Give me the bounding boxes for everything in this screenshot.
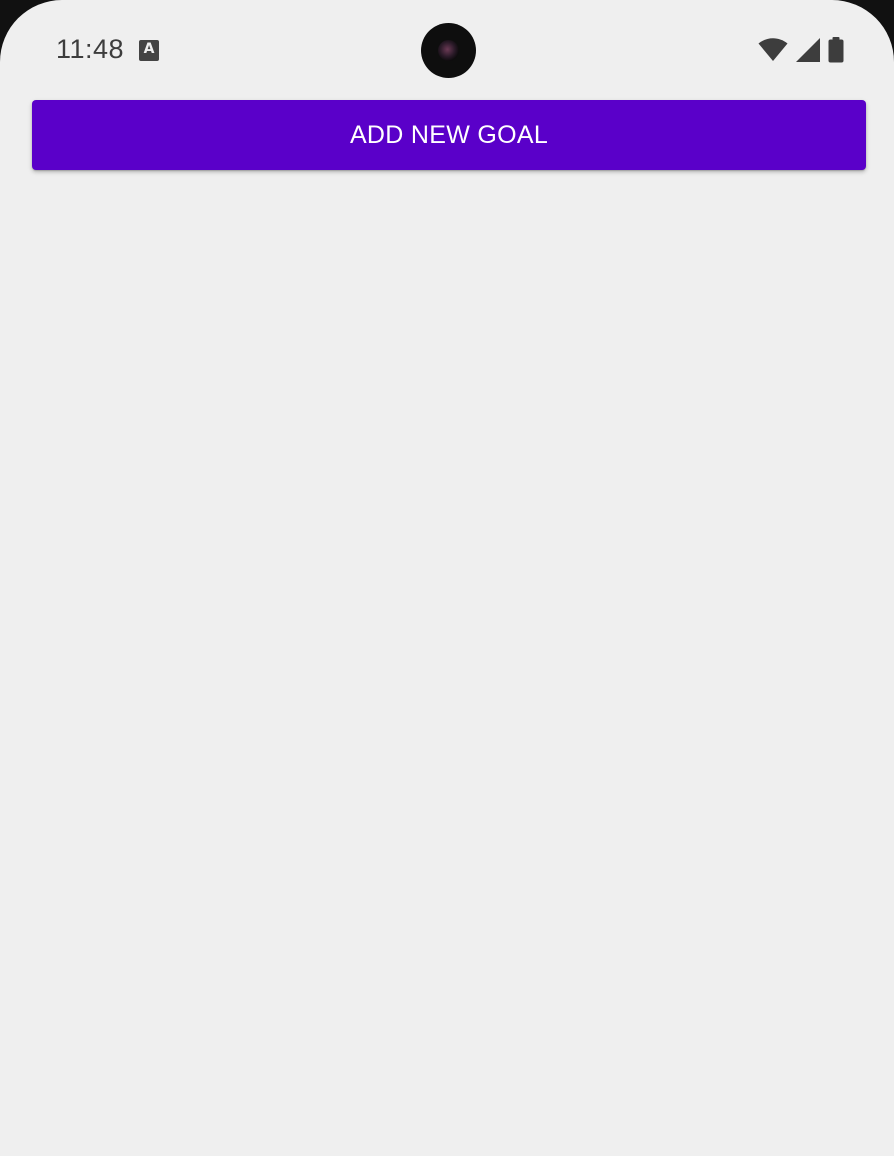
add-new-goal-button[interactable]: ADD NEW GOAL xyxy=(32,100,866,170)
camera-lens xyxy=(438,40,459,61)
battery-icon xyxy=(828,37,844,63)
front-camera xyxy=(421,23,476,78)
goal-list xyxy=(32,190,866,1130)
status-bar: 11:48 A xyxy=(0,0,894,100)
main-content: ADD NEW GOAL xyxy=(0,100,894,1156)
cellular-signal-icon xyxy=(796,38,820,62)
status-icons xyxy=(758,36,844,64)
status-time: 11:48 xyxy=(56,34,125,64)
wifi-icon xyxy=(758,38,788,62)
device-screen: 11:48 A ADD NEW GOAL xyxy=(0,0,894,1156)
notification-app-icon: A xyxy=(139,40,159,61)
